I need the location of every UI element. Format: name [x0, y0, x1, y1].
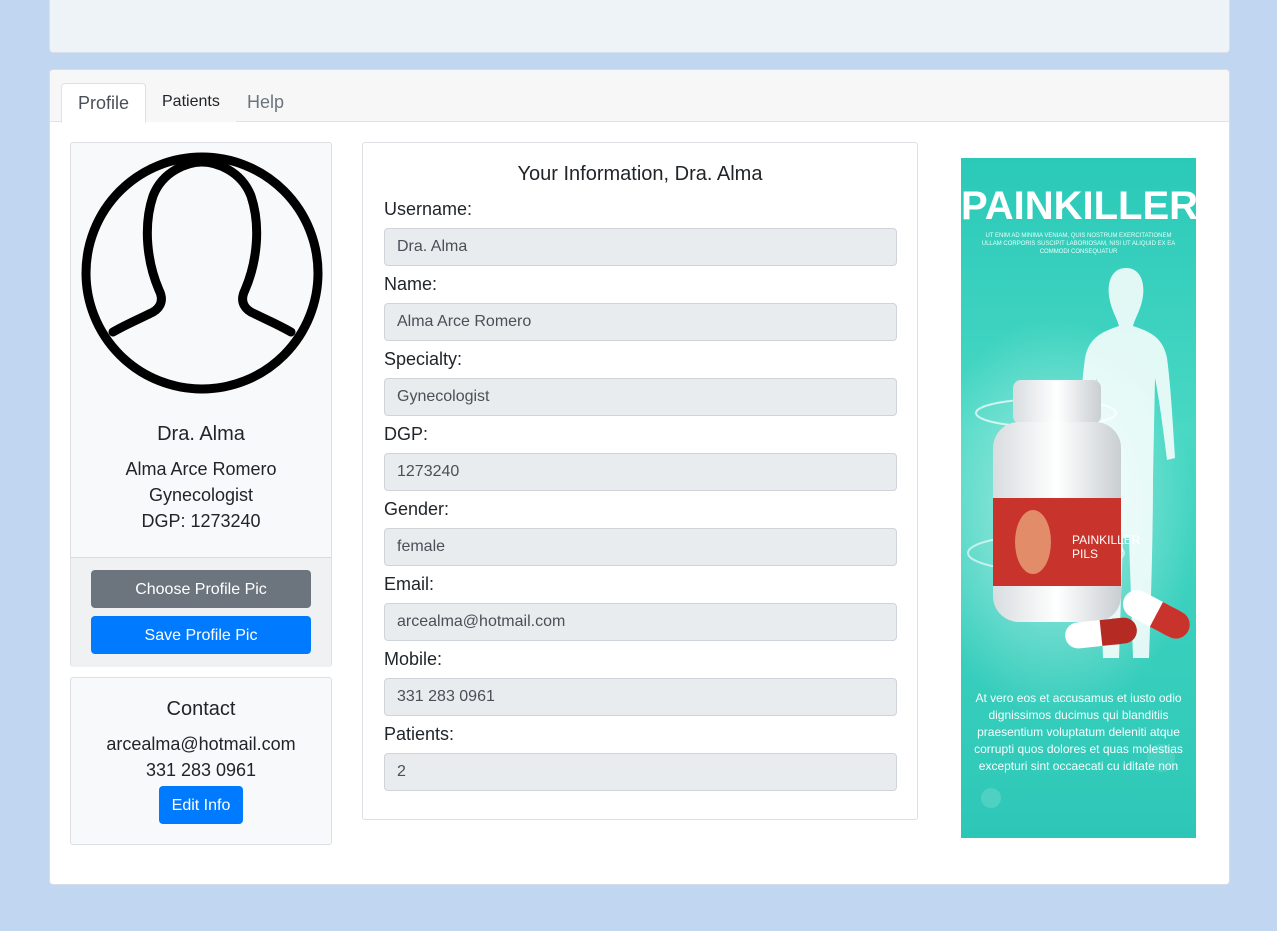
tab-help[interactable]: Help [231, 83, 300, 122]
tab-profile[interactable]: Profile [61, 83, 146, 123]
profile-full-name: Alma Arce Romero [125, 459, 277, 479]
top-navbar [49, 0, 1230, 53]
gender-field[interactable]: female [384, 528, 897, 566]
patients-field[interactable]: 2 [384, 753, 897, 791]
contact-card: Contact arcealma@hotmail.com 331 283 096… [70, 677, 332, 845]
ad-title: PAINKILLER [961, 184, 1196, 228]
username-field[interactable]: Dra. Alma [384, 228, 897, 266]
contact-title: Contact [166, 698, 236, 720]
dgp-label: DGP: [384, 424, 429, 444]
specialty-label: Specialty: [384, 349, 463, 369]
email-label: Email: [384, 574, 435, 594]
name-label: Name: [384, 274, 438, 294]
edit-info-button[interactable]: Edit Info [159, 786, 243, 824]
save-profile-pic-button[interactable]: Save Profile Pic [91, 616, 311, 654]
username-label: Username: [384, 199, 473, 219]
mobile-label: Mobile: [384, 649, 443, 669]
tab-bar: Profile Patients Help [50, 70, 1229, 123]
specialty-field[interactable]: Gynecologist [384, 378, 897, 416]
patients-label: Patients: [384, 724, 455, 744]
contact-email: arcealma@hotmail.com [106, 734, 296, 754]
information-card: Your Information, Dra. Alma Username: Dr… [362, 142, 918, 820]
contact-phone: 331 283 0961 [145, 760, 257, 780]
ad-subtitle: UT ENIM AD MINIMA VENIAM, QUIS NOSTRUM E… [981, 233, 1176, 255]
dgp-field[interactable]: 1273240 [384, 453, 897, 491]
name-field[interactable]: Alma Arce Romero [384, 303, 897, 341]
painkiller-ad-banner[interactable]: PAINKILLER UT ENIM AD MINIMA VENIAM, QUI… [961, 158, 1196, 838]
mobile-field[interactable]: 331 283 0961 [384, 678, 897, 716]
ad-product-label: PAINKILLER PILS [1072, 533, 1141, 561]
tab-patients[interactable]: Patients [146, 83, 236, 122]
profile-card: Dra. Alma Alma Arce Romero Gynecologist … [70, 142, 332, 667]
profile-actions: Choose Profile Pic Save Profile Pic [71, 557, 331, 667]
gender-label: Gender: [384, 499, 450, 519]
profile-username: Dra. Alma [157, 423, 245, 445]
email-field[interactable]: arcealma@hotmail.com [384, 603, 897, 641]
choose-profile-pic-button[interactable]: Choose Profile Pic [91, 570, 311, 608]
profile-specialty: Gynecologist [148, 485, 254, 505]
female-avatar-icon [81, 152, 323, 394]
profile-dgp: DGP: 1273240 [141, 511, 261, 531]
information-title: Your Information, Dra. Alma [517, 163, 763, 185]
ad-body-text: At vero eos et accusamus et iusto odio d… [974, 691, 1183, 773]
main-card: Profile Patients Help Dra. Alma Alma Arc… [49, 69, 1230, 885]
